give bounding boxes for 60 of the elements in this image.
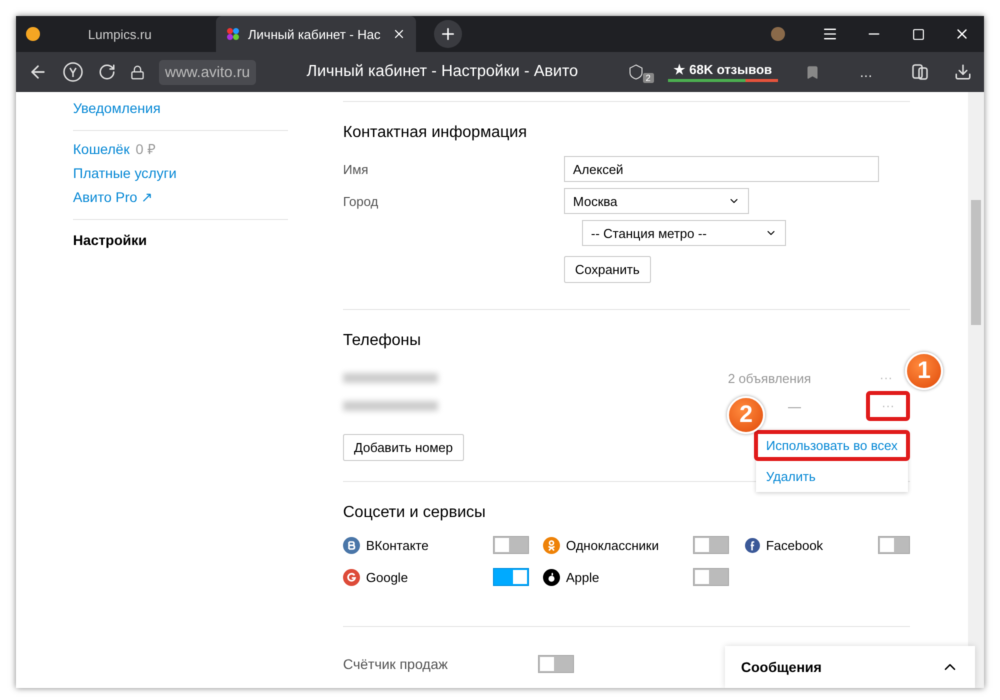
grid-icon bbox=[226, 27, 240, 41]
reload-icon[interactable] bbox=[98, 63, 116, 81]
service-name: ВКонтакте bbox=[366, 538, 430, 552]
service-name: Google bbox=[366, 570, 409, 584]
toggle-switch[interactable] bbox=[878, 536, 910, 554]
save-button[interactable]: Сохранить bbox=[564, 256, 651, 283]
scrollbar[interactable] bbox=[968, 92, 984, 688]
sidebar-link[interactable]: Авито Pro ↗ bbox=[73, 189, 154, 205]
service-name: Apple bbox=[566, 570, 600, 584]
tab-title: Личный кабинет - Нас bbox=[248, 26, 382, 42]
facebook-icon bbox=[745, 536, 760, 554]
ok-icon bbox=[543, 536, 560, 554]
name-field[interactable]: Алексей bbox=[564, 156, 879, 182]
field-label: Имя bbox=[343, 162, 370, 176]
menu-item[interactable]: Использовать во всех bbox=[754, 430, 910, 461]
service-name: Одноклассники bbox=[566, 538, 660, 552]
browser-tab[interactable]: Lumpics.ru bbox=[16, 16, 216, 52]
section-title: Соцсети и сервисы bbox=[343, 504, 487, 522]
sidebar-link[interactable]: Уведомления bbox=[73, 100, 161, 116]
step-badge: 2 bbox=[727, 396, 765, 434]
apple-icon bbox=[543, 568, 560, 586]
setting-label: Счётчик продаж bbox=[343, 656, 449, 672]
close-icon[interactable] bbox=[392, 27, 406, 41]
service-name: Facebook bbox=[766, 538, 824, 552]
more-button[interactable]: ... bbox=[846, 64, 886, 80]
metro-select[interactable]: -- Станция метро -- bbox=[582, 220, 786, 246]
site-icon bbox=[26, 27, 40, 41]
toggle-switch[interactable] bbox=[493, 536, 529, 554]
plus-icon bbox=[439, 25, 457, 43]
home-icon[interactable] bbox=[62, 61, 84, 83]
messages-title: Сообщения bbox=[741, 659, 822, 675]
download-icon[interactable] bbox=[954, 63, 972, 81]
toggle-switch[interactable] bbox=[693, 568, 729, 586]
add-number-button[interactable]: Добавить номер bbox=[343, 434, 464, 461]
sidebar-link[interactable]: Настройки bbox=[73, 232, 147, 248]
section-title: Контактная информация bbox=[343, 124, 528, 142]
browser-tab[interactable]: Личный кабинет - Нас bbox=[216, 16, 416, 52]
shield-icon[interactable] bbox=[628, 64, 643, 80]
section-title: Телефоны bbox=[343, 332, 422, 350]
toggle-switch[interactable] bbox=[493, 568, 529, 586]
step-badge: 1 bbox=[905, 352, 943, 390]
page-title: Личный кабинет - Настройки - Авито bbox=[306, 63, 580, 81]
menu-item[interactable]: Удалить bbox=[754, 461, 910, 492]
reviews-link[interactable]: ★ 68K отзывов bbox=[668, 62, 778, 82]
sidebar-link[interactable]: Платные услуги bbox=[73, 165, 177, 181]
field-label: Город bbox=[343, 194, 380, 208]
new-tab-button[interactable] bbox=[434, 20, 462, 48]
toggle-switch[interactable] bbox=[538, 655, 574, 673]
tab-count-badge: 2 bbox=[642, 73, 654, 83]
lock-icon bbox=[130, 64, 145, 80]
sidebar-link[interactable]: Кошелёк bbox=[73, 141, 130, 157]
ads-count: 2 объявления bbox=[726, 370, 811, 386]
city-select[interactable]: Москва bbox=[564, 188, 749, 214]
google-icon bbox=[343, 568, 360, 586]
vk-icon bbox=[343, 536, 360, 554]
tab-title: Lumpics.ru bbox=[87, 26, 153, 42]
wallet-balance: 0 ₽ bbox=[136, 141, 156, 157]
messages-panel[interactable]: Сообщения bbox=[725, 646, 975, 688]
address-field[interactable]: www.avito.ru bbox=[159, 60, 256, 84]
toggle-switch[interactable] bbox=[693, 536, 729, 554]
